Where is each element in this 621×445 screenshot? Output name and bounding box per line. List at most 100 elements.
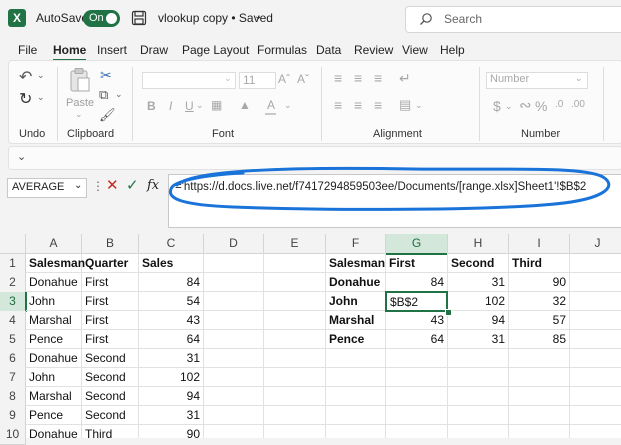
cell-c4[interactable]: 43 — [139, 311, 203, 330]
currency-icon[interactable]: $ — [493, 98, 501, 114]
font-color-icon[interactable]: A — [267, 98, 275, 112]
chevron-down-icon[interactable]: ⌄ — [415, 100, 423, 111]
cell-f5[interactable]: Pence — [326, 330, 385, 349]
tab-review[interactable]: Review — [354, 43, 393, 57]
cell-c1[interactable]: Sales — [139, 254, 203, 273]
cell-h4[interactable]: 94 — [448, 311, 508, 330]
row-header-3[interactable]: 3 — [0, 292, 27, 312]
row-header-1[interactable]: 1 — [0, 254, 26, 274]
cell-a1[interactable]: Salesman — [26, 254, 85, 273]
cancel-icon[interactable]: ✕ — [106, 176, 119, 194]
tab-formulas[interactable]: Formulas — [257, 43, 307, 57]
column-header-j[interactable]: J — [570, 234, 621, 254]
tab-page-layout[interactable]: Page Layout — [182, 43, 249, 57]
row-header-7[interactable]: 7 — [0, 368, 26, 388]
cell-c6[interactable]: 31 — [139, 349, 203, 368]
column-header-f[interactable]: F — [326, 234, 386, 254]
align-middle-icon[interactable]: ≡ — [354, 70, 362, 86]
cell-b3[interactable]: First — [82, 292, 138, 311]
column-header-b[interactable]: B — [82, 234, 139, 254]
chevron-down-icon[interactable]: ⌄ — [115, 89, 123, 100]
cell-g3-active[interactable]: $B$2 — [385, 291, 448, 312]
cell-g5[interactable]: 64 — [386, 330, 447, 349]
cell-a9[interactable]: Pence — [26, 406, 81, 425]
cell-c10[interactable]: 90 — [139, 425, 203, 444]
formula-input[interactable]: ='https://d.docs.live.net/f7417294859503… — [168, 174, 621, 228]
cell-b4[interactable]: First — [82, 311, 138, 330]
spreadsheet-grid[interactable]: A B C D E F G H I J 1 2 3 4 5 6 7 8 9 10… — [0, 234, 621, 445]
decimal-increase-icon[interactable]: .0 — [555, 99, 563, 110]
fill-color-icon[interactable]: ▲ — [239, 98, 251, 112]
chevron-down-icon[interactable]: ⌄ — [74, 180, 82, 191]
cell-b7[interactable]: Second — [82, 368, 138, 387]
row-header-6[interactable]: 6 — [0, 349, 26, 369]
cell-f1[interactable]: Salesman — [326, 254, 385, 273]
cell-g1[interactable]: First — [386, 254, 447, 273]
cell-a4[interactable]: Marshal — [26, 311, 81, 330]
chevron-down-icon[interactable]: ⌄ — [37, 92, 45, 103]
comma-style-icon[interactable]: ∾ — [519, 96, 532, 114]
borders-icon[interactable]: ▦ — [211, 98, 222, 112]
name-box[interactable]: AVERAGE ⌄ — [7, 178, 87, 198]
row-header-5[interactable]: 5 — [0, 330, 26, 350]
copy-icon[interactable]: ⧉ — [99, 87, 108, 103]
chevron-down-icon[interactable]: ⌄ — [37, 70, 45, 81]
more-options-icon[interactable]: ⋮ — [92, 179, 104, 193]
wrap-text-icon[interactable]: ↵ — [399, 70, 411, 87]
bold-icon[interactable]: B — [147, 99, 156, 113]
cell-i2[interactable]: 90 — [509, 273, 569, 292]
cell-g2[interactable]: 84 — [386, 273, 447, 292]
column-header-h[interactable]: H — [448, 234, 509, 254]
align-right-icon[interactable]: ≡ — [374, 97, 382, 113]
row-header-10[interactable]: 10 — [0, 425, 26, 445]
column-header-g[interactable]: G — [386, 234, 448, 255]
align-left-icon[interactable]: ≡ — [334, 97, 342, 113]
cell-i4[interactable]: 57 — [509, 311, 569, 330]
cell-i3[interactable]: 32 — [509, 292, 569, 311]
align-center-icon[interactable]: ≡ — [354, 97, 362, 113]
cell-b1[interactable]: Quarter — [82, 254, 138, 273]
cell-c3[interactable]: 54 — [139, 292, 203, 311]
format-painter-icon[interactable]: 🖌 — [99, 107, 116, 123]
row-header-2[interactable]: 2 — [0, 273, 26, 293]
redo-icon[interactable]: ↻ — [19, 89, 32, 109]
cell-i5[interactable]: 85 — [509, 330, 569, 349]
cell-h3[interactable]: 102 — [448, 292, 508, 311]
increase-font-icon[interactable]: Aˆ — [278, 72, 290, 86]
row-header-9[interactable]: 9 — [0, 406, 26, 426]
font-family-select[interactable] — [142, 72, 236, 89]
paste-icon[interactable] — [69, 67, 91, 93]
column-header-e[interactable]: E — [264, 234, 326, 254]
cell-f2[interactable]: Donahue — [326, 273, 385, 292]
cell-c7[interactable]: 102 — [139, 368, 203, 387]
cell-b6[interactable]: Second — [82, 349, 138, 368]
chevron-down-icon[interactable]: ⌄ — [196, 100, 204, 111]
merge-center-icon[interactable]: ▤ — [399, 97, 411, 113]
cell-f4[interactable]: Marshal — [326, 311, 385, 330]
search-box[interactable]: Search — [405, 6, 621, 33]
cell-c9[interactable]: 31 — [139, 406, 203, 425]
paste-label[interactable]: Paste — [66, 97, 94, 109]
enter-check-icon[interactable]: ✓ — [126, 176, 139, 194]
cell-a10[interactable]: Donahue — [26, 425, 81, 444]
underline-icon[interactable]: U — [185, 99, 194, 113]
cell-h2[interactable]: 31 — [448, 273, 508, 292]
align-top-icon[interactable]: ≡ — [334, 70, 342, 86]
row-header-8[interactable]: 8 — [0, 387, 26, 407]
undo-icon[interactable]: ↶ — [19, 67, 32, 87]
decrease-font-icon[interactable]: Aˇ — [297, 72, 309, 86]
tab-draw[interactable]: Draw — [140, 43, 168, 57]
cell-b8[interactable]: Second — [82, 387, 138, 406]
cell-b10[interactable]: Third — [82, 425, 138, 444]
column-header-c[interactable]: C — [139, 234, 204, 254]
column-header-i[interactable]: I — [509, 234, 570, 254]
cell-b5[interactable]: First — [82, 330, 138, 349]
chevron-down-icon[interactable]: ⌄ — [17, 150, 26, 163]
chevron-down-icon[interactable]: ⌄ — [254, 11, 262, 22]
insert-function-button[interactable]: fx — [147, 178, 159, 193]
cell-b2[interactable]: First — [82, 273, 138, 292]
tab-home[interactable]: Home — [53, 43, 87, 61]
italic-icon[interactable]: I — [169, 99, 172, 113]
cell-i1[interactable]: Third — [509, 254, 569, 273]
tab-view[interactable]: View — [402, 43, 428, 57]
